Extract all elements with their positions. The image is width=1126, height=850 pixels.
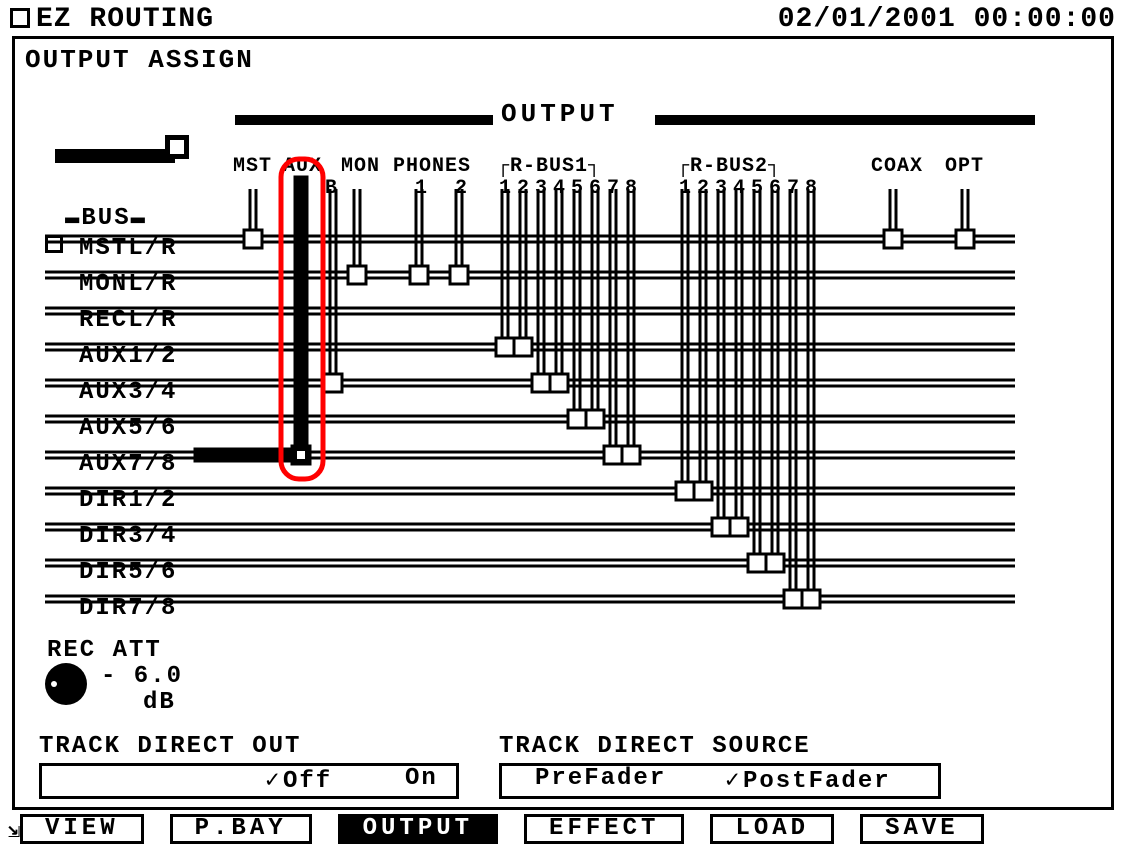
tds-label: TRACK DIRECT SOURCE [499, 733, 811, 760]
bus-row-label: AUX5/6 [79, 415, 177, 442]
bus-row-label: AUX7/8 [79, 451, 177, 478]
bus-row-label: MONL/R [79, 271, 177, 298]
routing-node[interactable] [550, 374, 568, 392]
title-checkbox-icon [10, 8, 30, 28]
routing-node[interactable] [748, 554, 766, 572]
tab-effect[interactable]: EFFECT [524, 814, 684, 844]
tab-pbay[interactable]: P.BAY [170, 814, 312, 844]
tab-output[interactable]: OUTPUT [338, 814, 498, 844]
bus-row0-checkbox-icon[interactable] [45, 235, 63, 253]
routing-node[interactable] [532, 374, 550, 392]
main-panel: OUTPUT ASSIGN OUTPUT MST AUX B MON PHONE… [12, 36, 1114, 810]
link-icon: ⇲ [8, 818, 20, 844]
routing-node[interactable] [568, 410, 586, 428]
bus-row-label: DIR5/6 [79, 559, 177, 586]
app-title: EZ ROUTING [10, 4, 214, 35]
bus-row-label: DIR3/4 [79, 523, 177, 550]
tdo-on-option[interactable]: On [405, 765, 438, 792]
routing-node[interactable] [694, 482, 712, 500]
bus-row-label: DIR7/8 [79, 595, 177, 622]
bus-row-label: RECL/R [79, 307, 177, 334]
routing-node[interactable] [514, 338, 532, 356]
routing-node[interactable] [784, 590, 802, 608]
tdo-label: TRACK DIRECT OUT [39, 733, 301, 760]
routing-node[interactable] [676, 482, 694, 500]
bus-row-label: AUX1/2 [79, 343, 177, 370]
tab-load[interactable]: LOAD [710, 814, 834, 844]
rec-att-value: - 6.0 [101, 663, 183, 690]
routing-node[interactable] [244, 230, 262, 248]
tab-view[interactable]: VIEW [20, 814, 144, 844]
routing-node[interactable] [730, 518, 748, 536]
bus-row-label: AUX3/4 [79, 379, 177, 406]
tds-post-option[interactable]: ✓PostFader [725, 765, 891, 795]
rec-att-knob[interactable] [45, 663, 87, 705]
routing-node[interactable] [410, 266, 428, 284]
bus-row-label: MSTL/R [79, 235, 177, 262]
routing-node[interactable] [586, 410, 604, 428]
tdo-off-option[interactable]: ✓Off [265, 765, 332, 795]
tab-save[interactable]: SAVE [860, 814, 984, 844]
datetime-display: 02/01/2001 00:00:00 [778, 4, 1116, 35]
routing-node[interactable] [604, 446, 622, 464]
tdo-box [39, 763, 459, 799]
routing-node[interactable] [766, 554, 784, 572]
rec-att-unit: dB [143, 689, 176, 716]
routing-node[interactable] [496, 338, 514, 356]
tds-pre-option[interactable]: PreFader [535, 765, 666, 792]
routing-node[interactable] [884, 230, 902, 248]
routing-node[interactable] [324, 374, 342, 392]
routing-node[interactable] [802, 590, 820, 608]
routing-node[interactable] [292, 446, 310, 464]
routing-node[interactable] [956, 230, 974, 248]
bus-row-label: DIR1/2 [79, 487, 177, 514]
routing-node[interactable] [622, 446, 640, 464]
routing-node[interactable] [348, 266, 366, 284]
routing-node[interactable] [450, 266, 468, 284]
rec-att-label: REC ATT [47, 637, 162, 664]
routing-matrix[interactable] [15, 39, 1115, 639]
routing-node[interactable] [712, 518, 730, 536]
